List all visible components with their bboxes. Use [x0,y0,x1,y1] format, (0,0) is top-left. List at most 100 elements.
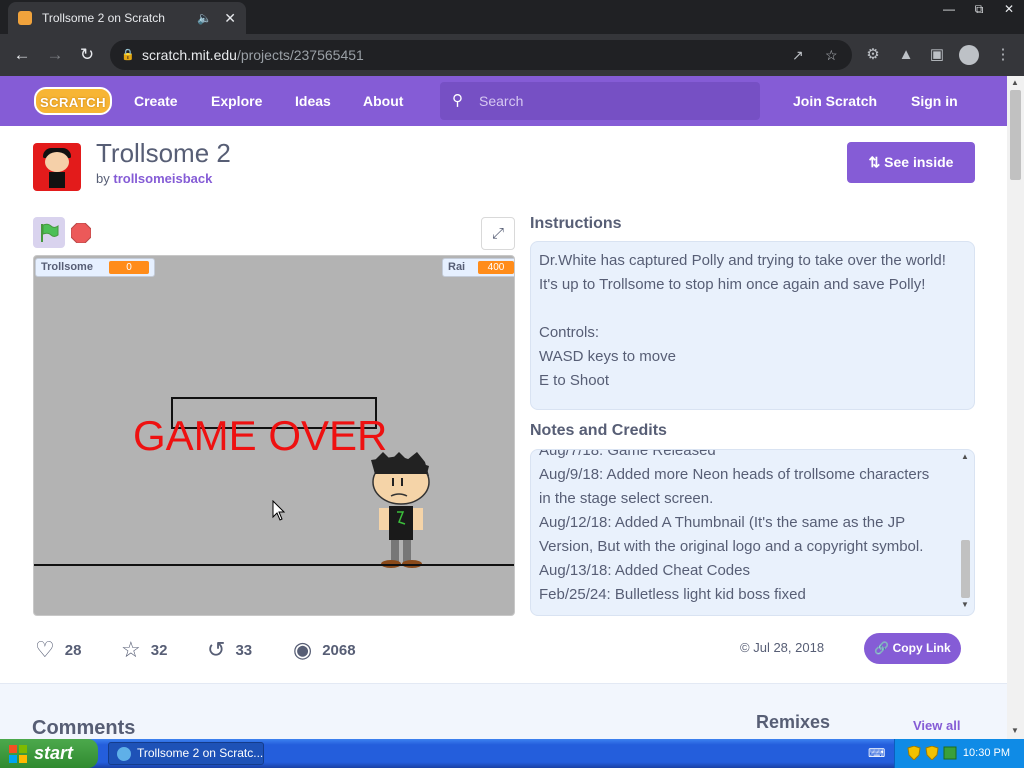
restore-icon[interactable]: ⧉ [964,0,994,18]
join-scratch-link[interactable]: Join Scratch [793,76,877,126]
notes-scroll-thumb[interactable] [961,540,970,598]
heart-icon: ♡ [35,637,55,662]
address-bar[interactable]: 🔒 scratch.mit.edu/projects/237565451 ↗ ☆ [110,40,852,70]
project-thumbnail[interactable] [33,143,81,191]
see-inside-label: See inside [884,154,954,170]
network-icon[interactable] [943,746,957,760]
remixes-stat: ↺ 33 [207,637,252,663]
scroll-up-arrow-icon[interactable]: ▲ [1011,78,1019,87]
scroll-down-arrow-icon[interactable]: ▼ [961,600,969,609]
nav-create[interactable]: Create [134,76,178,126]
back-arrow-icon[interactable]: ← [10,43,34,67]
taskbar-window-label: Trollsome 2 on Scratc... [137,746,264,760]
note-line: Aug/7/18: Game Released [539,449,716,459]
scratch-navbar: SCRATCH Create Explore Ideas About ⚲ Sea… [0,76,1007,126]
loves-stat[interactable]: ♡ 28 [35,637,81,663]
views-stat: ◉ 2068 [293,637,356,663]
browser-tab[interactable]: Trollsome 2 on Scratch 🔈 ✕ [8,2,246,34]
forward-arrow-icon[interactable]: → [43,43,67,67]
note-line: Aug/12/18: Added A Thumbnail (It's the s… [539,514,906,531]
page-scrollbar[interactable]: ▲ ▼ [1007,76,1024,739]
side-panel-icon[interactable]: ▣ [926,44,948,66]
monitor-label: Trollsome [41,261,93,273]
eye-icon: ◉ [293,637,313,662]
copy-link-button[interactable]: 🔗 Copy Link [864,633,961,664]
search-icon: ⚲ [452,92,463,109]
notes-heading: Notes and Credits [530,422,667,439]
note-line: Aug/9/18: Added more Neon heads of troll… [539,466,930,483]
instruction-line: WASD keys to move [539,348,676,365]
fullscreen-button[interactable]: ⤢ [481,217,515,250]
scroll-down-arrow-icon[interactable]: ▼ [1011,726,1019,735]
star-icon: ☆ [121,637,141,662]
variable-monitor-rai: Rai 400 [442,258,514,277]
bookmark-star-icon[interactable]: ☆ [825,40,838,70]
notes-box[interactable]: Aug/7/18: Game Released Aug/9/18: Added … [530,449,975,616]
browser-app-icon [117,747,131,761]
views-count: 2068 [322,641,356,659]
scratch-logo[interactable]: SCRATCH [34,87,112,115]
lock-icon: 🔒 [121,49,135,61]
copy-link-label: Copy Link [892,641,951,655]
instruction-line: It's up to Trollsome to stop him once ag… [539,276,926,293]
loves-count: 28 [64,641,82,659]
security-shield-icon[interactable] [925,746,939,760]
green-flag-button[interactable] [33,217,65,248]
copyright-icon: © [740,640,750,655]
monitor-value: 400 [478,261,514,274]
note-line: Aug/13/18: Added Cheat Codes [539,562,750,579]
favorites-stat[interactable]: ☆ 32 [121,637,167,663]
fullscreen-icon: ⤢ [491,225,504,242]
nav-about[interactable]: About [363,76,403,126]
author-link[interactable]: trollsomeisback [113,171,212,186]
see-inside-button[interactable]: ⇅ See inside [847,142,975,183]
view-all-link[interactable]: View all [913,718,960,733]
search-input[interactable]: ⚲ Search [440,82,760,120]
share-icon[interactable]: ↗ [792,40,804,70]
tab-title: Trollsome 2 on Scratch [42,11,165,25]
start-button[interactable]: start [0,739,98,768]
scroll-up-arrow-icon[interactable]: ▲ [961,452,969,461]
reload-icon[interactable]: ↻ [75,43,99,67]
page-scroll-thumb[interactable] [1010,90,1021,180]
browser-menu-icon[interactable]: ⋮ [992,44,1014,66]
remixes-count: 33 [235,641,253,659]
instructions-box: Dr.White has captured Polly and trying t… [530,241,975,410]
stop-sign-icon[interactable] [71,223,91,243]
sign-in-link[interactable]: Sign in [911,76,958,126]
nav-explore[interactable]: Explore [211,76,262,126]
system-clock[interactable]: 10:30 PM [963,739,1010,768]
minimize-icon[interactable]: — [934,0,964,18]
profile-avatar-icon[interactable] [958,44,980,66]
tab-close-icon[interactable]: ✕ [224,10,236,27]
taskbar-window-button[interactable]: Trollsome 2 on Scratc... [108,742,264,765]
note-line: Feb/25/24: Bulletless light kid boss fix… [539,586,806,603]
window-close-icon[interactable]: ✕ [994,0,1024,18]
windows-taskbar: start Trollsome 2 on Scratc... ⌨ 10:30 P… [0,739,1024,768]
instruction-line: E to Shoot [539,372,610,389]
extensions-icon[interactable]: ⚙ [862,44,884,66]
remix-spiral-icon: ↺ [207,637,226,662]
by-label: by [96,171,110,186]
green-flag-icon [41,223,59,242]
url-path: /projects/237565451 [236,47,364,63]
nav-ideas[interactable]: Ideas [295,76,331,126]
monitor-value: 0 [109,261,149,274]
notes-scrollbar[interactable]: ▲ ▼ [959,450,973,614]
search-placeholder: Search [479,93,524,109]
game-over-text: GAME OVER [133,412,388,459]
instruction-line: Controls: [539,324,600,341]
security-shield-icon[interactable] [907,746,921,760]
audio-playing-icon[interactable]: 🔈 [197,11,212,25]
labs-flask-icon[interactable]: ▲ [895,44,917,66]
project-title: Trollsome 2 [96,138,231,168]
link-icon: 🔗 [874,641,890,655]
url-host: scratch.mit.edu [142,47,237,63]
monitor-label: Rai [448,261,466,273]
comments-remixes-band [0,683,1007,739]
keyboard-icon[interactable]: ⌨ [868,747,885,759]
project-stage[interactable]: Trollsome 0 Rai 400 GAME OVER [33,255,515,616]
favorites-count: 32 [150,641,168,659]
mouse-cursor-icon [272,500,286,521]
system-tray: 10:30 PM [894,739,1024,768]
